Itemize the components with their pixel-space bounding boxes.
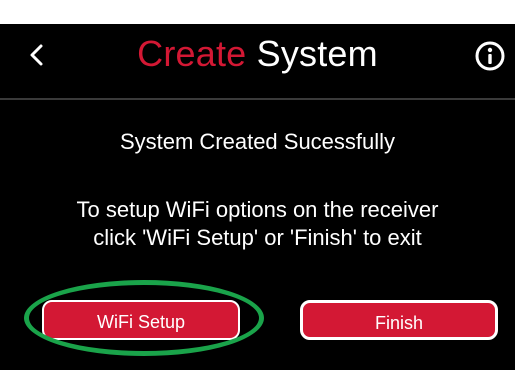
info-circle-icon[interactable] [474, 40, 506, 72]
page-title: Create System [0, 32, 515, 76]
finish-button-label: Finish [374, 313, 423, 333]
instructions-text: To setup WiFi options on the receiver cl… [76, 197, 439, 250]
wifi-setup-button[interactable]: WiFi Setup [42, 300, 240, 340]
page-title-rest: System [256, 33, 378, 74]
status-message: System Created Sucessfully [119, 129, 396, 154]
finish-button[interactable]: Finish [300, 300, 498, 340]
page-title-accent: Create [137, 33, 247, 74]
header-divider [0, 98, 515, 100]
top-strip [0, 0, 515, 24]
wifi-setup-button-label: WiFi Setup [96, 312, 186, 332]
